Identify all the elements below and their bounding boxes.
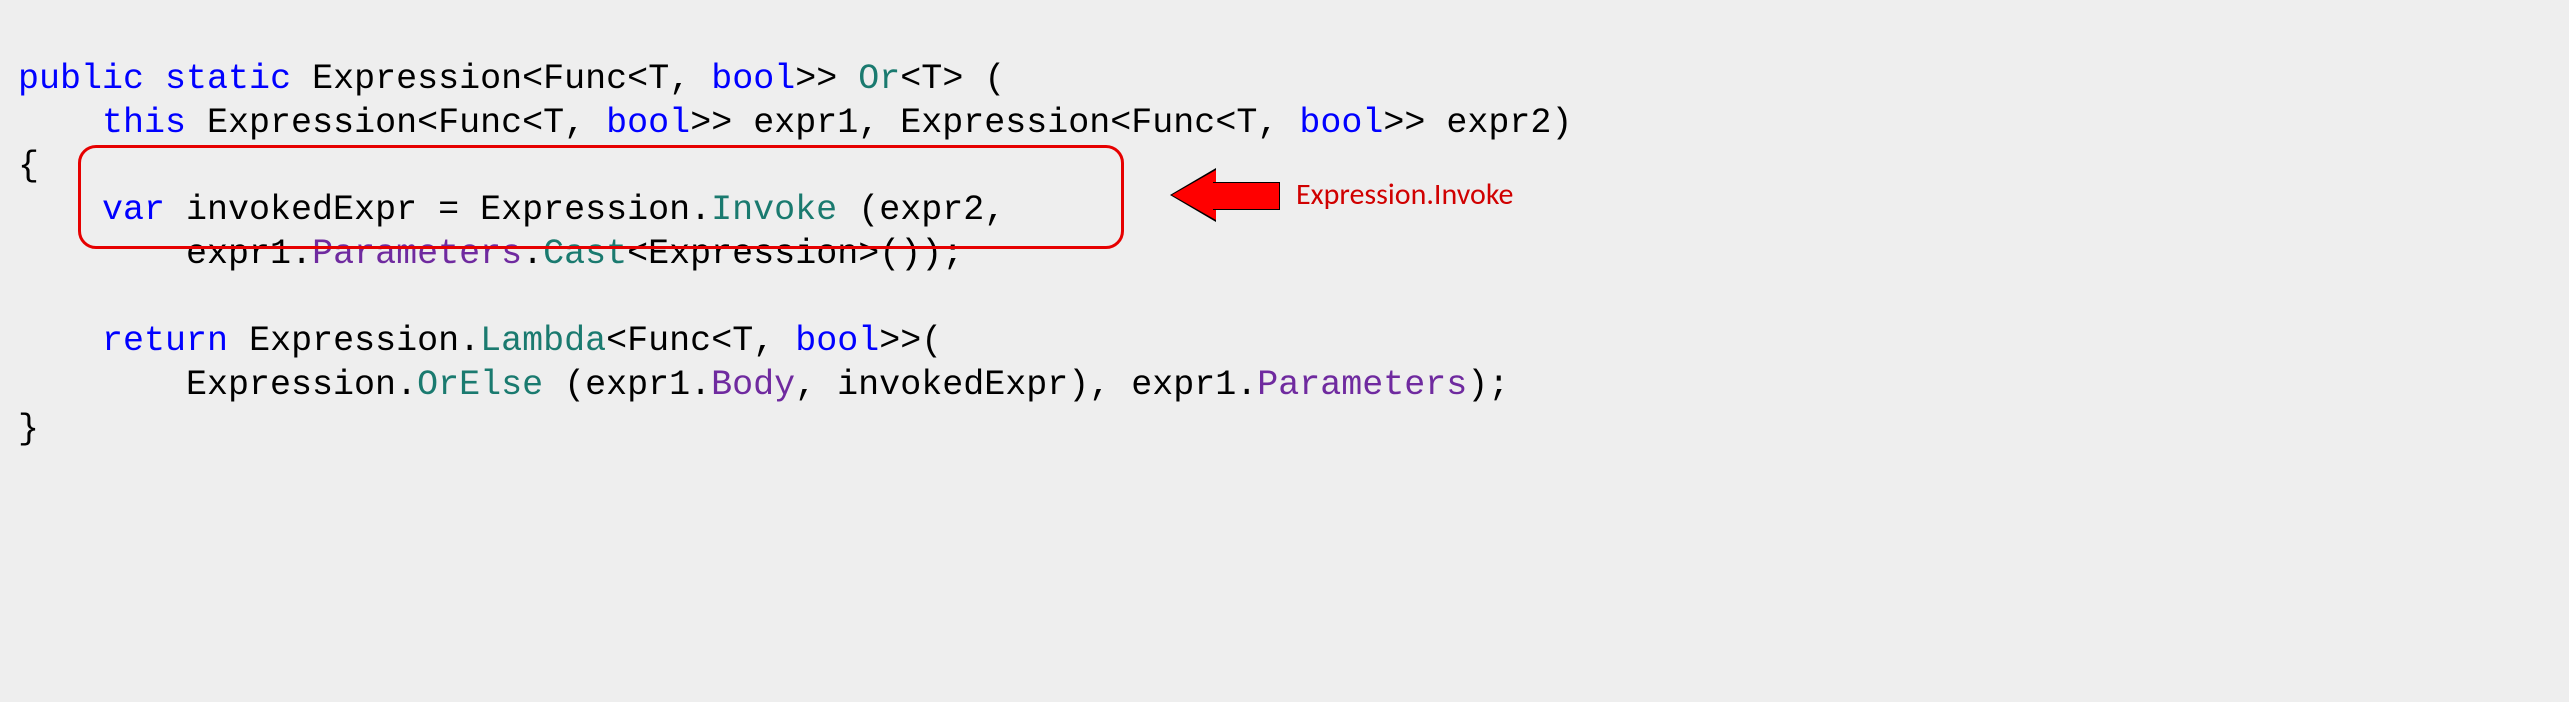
code-line-3: { xyxy=(18,146,39,186)
keyword-var: var xyxy=(102,190,165,230)
code-line-9: } xyxy=(18,409,39,449)
keyword-return: return xyxy=(102,321,228,361)
keyword-public: public xyxy=(18,59,144,99)
keyword-bool: bool xyxy=(711,59,795,99)
method-or: Or xyxy=(858,59,900,99)
keyword-this: this xyxy=(102,103,186,143)
code-line-4: var invokedExpr = Expression.Invoke (exp… xyxy=(18,190,1005,230)
code-line-7: return Expression.Lambda<Func<T, bool>>( xyxy=(18,321,942,361)
code-line-8: Expression.OrElse (expr1.Body, invokedEx… xyxy=(18,365,1509,405)
code-line-2: this Expression<Func<T, bool>> expr1, Ex… xyxy=(18,103,1572,143)
type-func: Func xyxy=(543,59,627,99)
arrow-left-icon xyxy=(1170,168,1280,222)
method-invoke: Invoke xyxy=(711,190,837,230)
code-line-1: public static Expression<Func<T, bool>> … xyxy=(18,59,1005,99)
prop-body: Body xyxy=(711,365,795,405)
callout-label: Expression.Invoke xyxy=(1296,176,1513,214)
code-block: public static Expression<Func<T, bool>> … xyxy=(0,0,2569,684)
prop-parameters-2: Parameters xyxy=(1257,365,1467,405)
prop-parameters: Parameters xyxy=(312,234,522,274)
method-lambda: Lambda xyxy=(480,321,606,361)
method-cast: Cast xyxy=(543,234,627,274)
callout-arrow: Expression.Invoke xyxy=(1170,168,1513,222)
type-expression: Expression xyxy=(312,59,522,99)
keyword-static: static xyxy=(165,59,291,99)
code-line-5: expr1.Parameters.Cast<Expression>()); xyxy=(18,234,963,274)
method-orelse: OrElse xyxy=(417,365,543,405)
